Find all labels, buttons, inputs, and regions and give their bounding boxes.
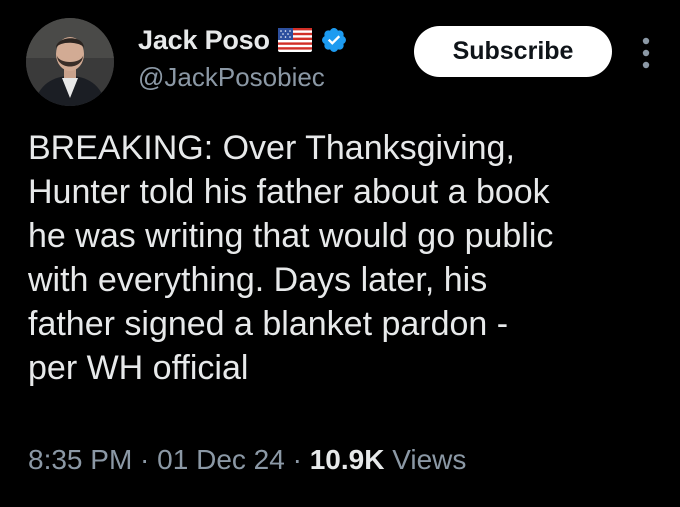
avatar-photo	[26, 18, 114, 106]
meta-separator: ·	[132, 444, 158, 475]
tweet-text-line: father signed a blanket pardon -	[28, 305, 509, 343]
avatar[interactable]	[26, 18, 114, 106]
us-flag-icon	[277, 28, 312, 52]
meta-separator: ·	[284, 444, 310, 475]
views-label: Views	[384, 444, 467, 475]
tweet-text-line: per WH official	[28, 349, 249, 387]
tweet-card: Jack Poso @JackPosobiec Subscribe BREAKI…	[0, 0, 680, 507]
tweet-date[interactable]: 01 Dec 24	[157, 444, 285, 475]
author-handle[interactable]: @JackPosobiec	[138, 62, 325, 93]
tweet-text-line: BREAKING: Over Thanksgiving,	[28, 129, 515, 167]
tweet-text-line: Hunter told his father about a book	[28, 173, 550, 211]
subscribe-button[interactable]: Subscribe	[414, 26, 612, 77]
tweet-time[interactable]: 8:35 PM	[28, 444, 132, 475]
tweet-text-line: he was writing that would go public	[28, 217, 554, 255]
more-vertical-icon[interactable]	[636, 36, 656, 70]
tweet-text-line: with everything. Days later, his	[28, 261, 488, 299]
author-display-name[interactable]: Jack Poso	[138, 25, 270, 56]
author-name-row: Jack Poso	[138, 22, 348, 58]
tweet-meta: 8:35 PM · 01 Dec 24 · 10.9K Views	[28, 444, 466, 476]
views-count[interactable]: 10.9K	[310, 444, 385, 475]
tweet-text: BREAKING: Over Thanksgiving, Hunter told…	[28, 126, 668, 390]
verified-badge-icon[interactable]	[320, 26, 348, 54]
